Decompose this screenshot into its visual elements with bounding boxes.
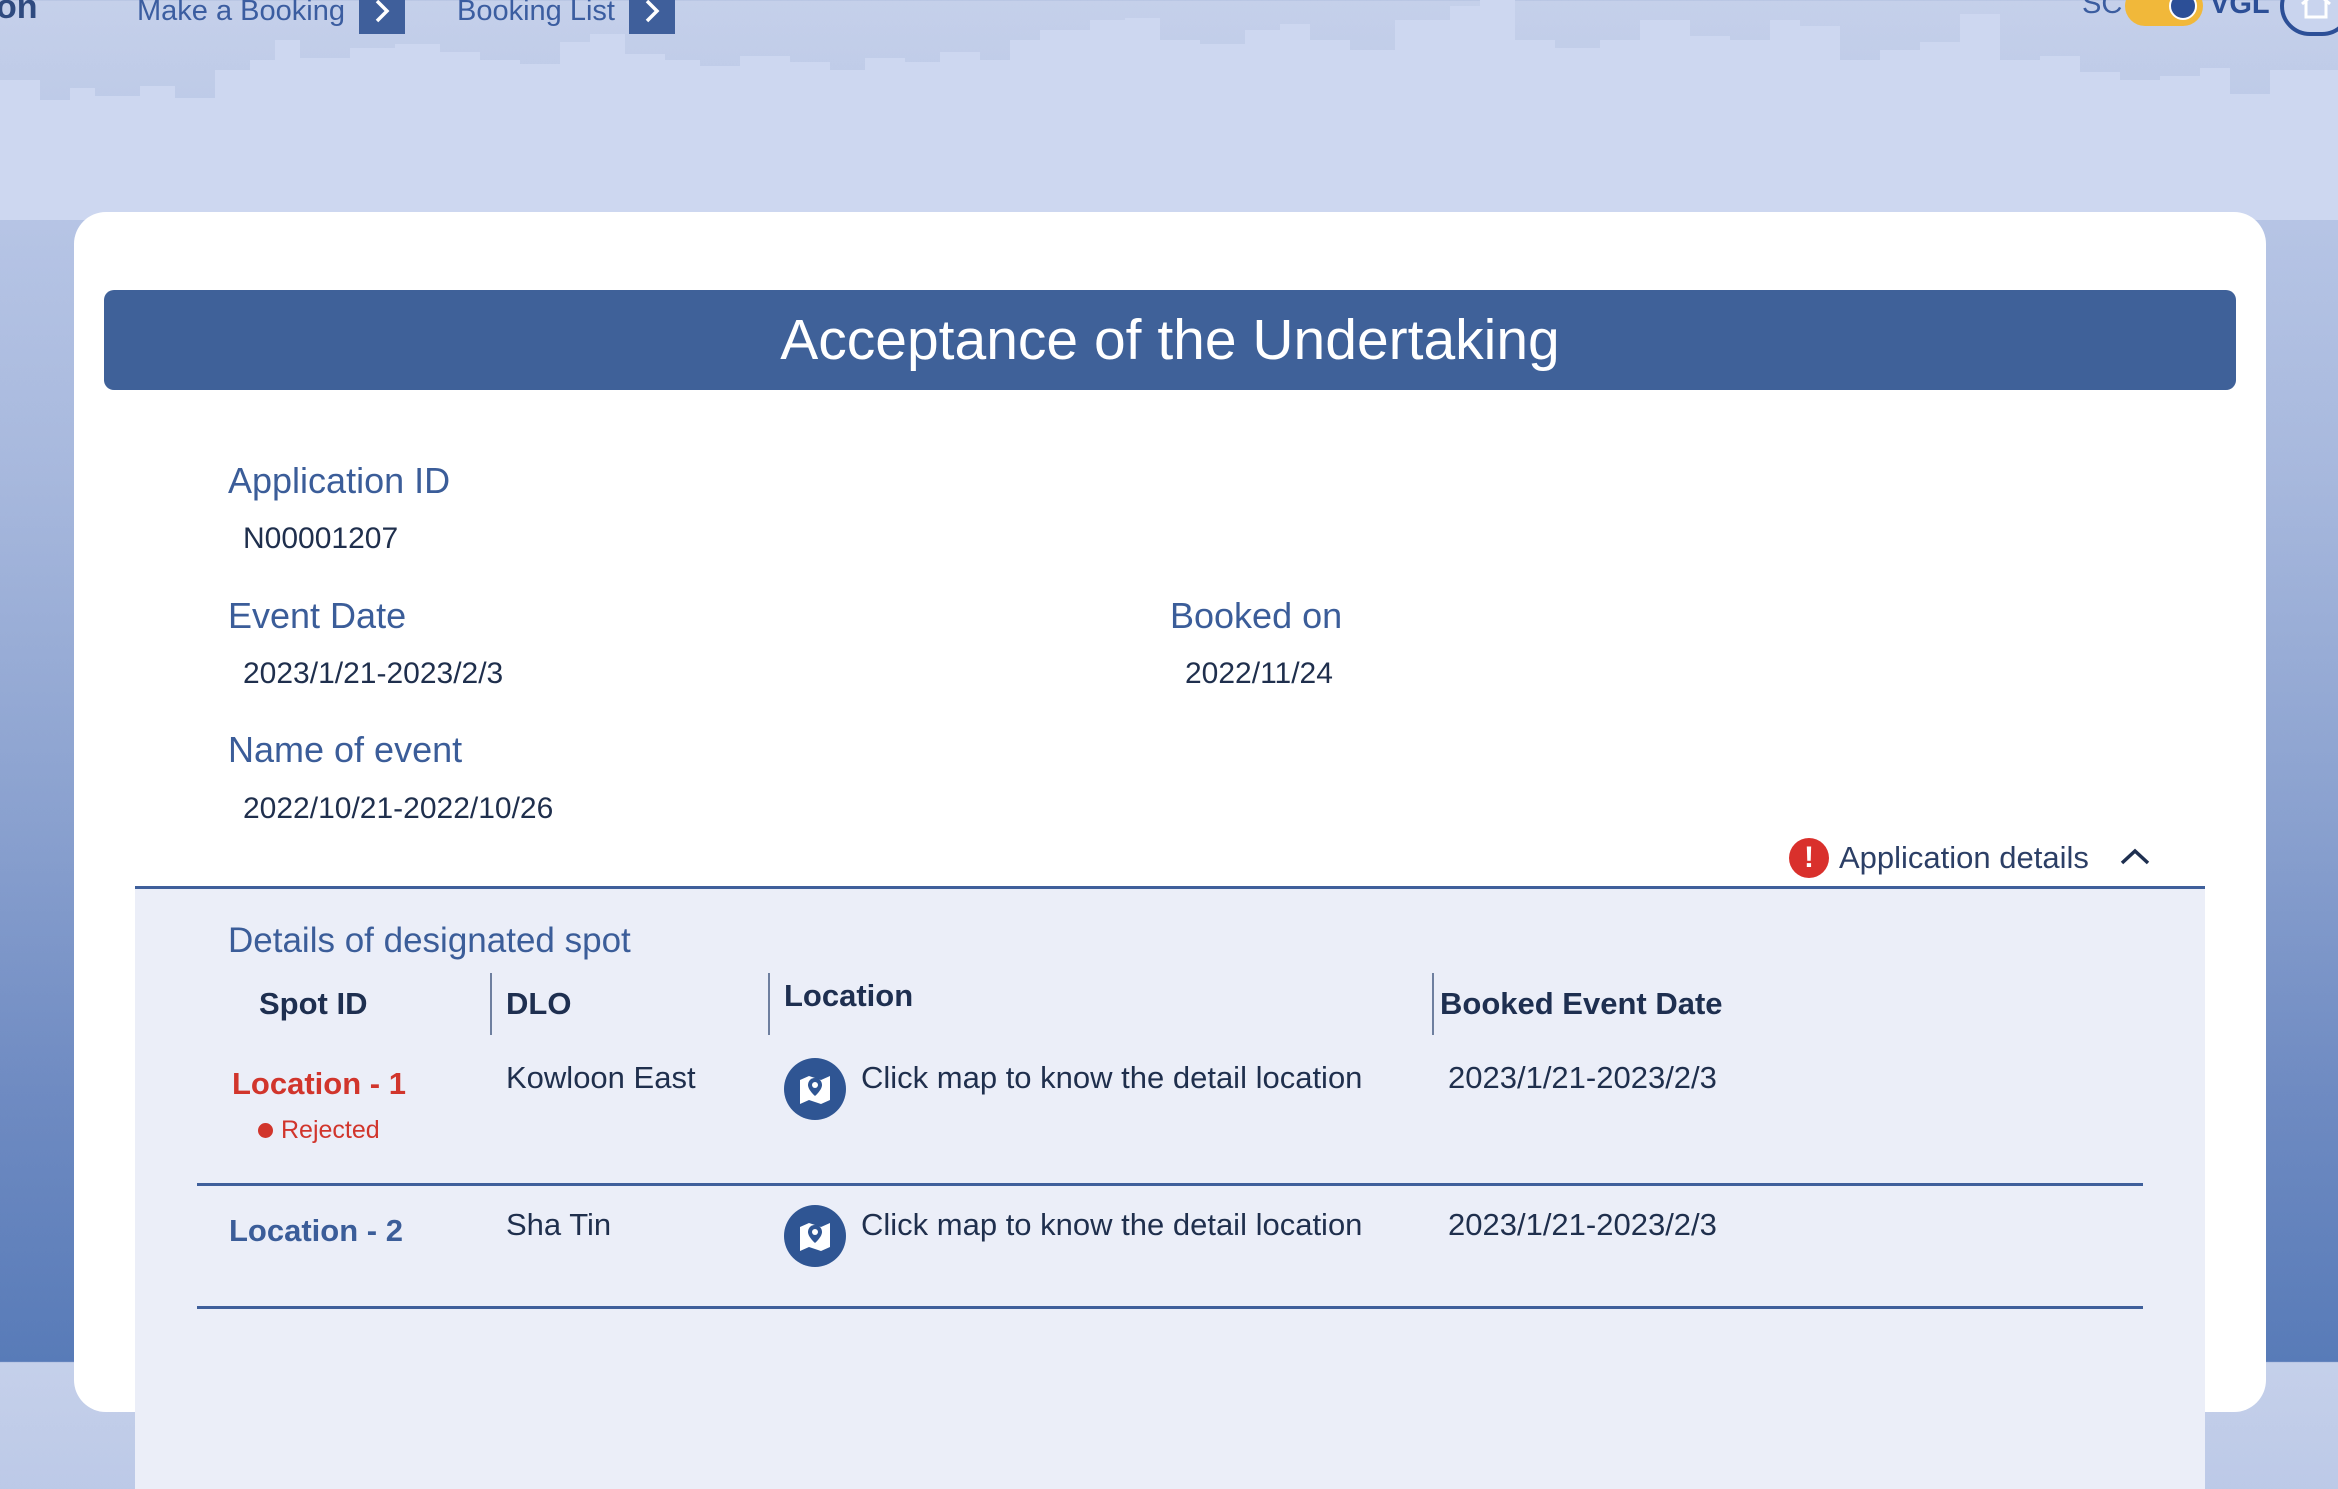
nav-make-booking-label: Make a Booking bbox=[137, 0, 345, 27]
column-divider bbox=[768, 973, 770, 1035]
booked-on-label: Booked on bbox=[1170, 595, 1343, 636]
chevron-right-icon bbox=[629, 0, 675, 34]
nav-make-booking[interactable]: Make a Booking bbox=[137, 0, 405, 34]
chevron-up-icon bbox=[2119, 846, 2151, 871]
mode-toggle[interactable] bbox=[2125, 0, 2203, 26]
booked-date-cell: 2023/1/21-2023/2/3 bbox=[1448, 1207, 1717, 1242]
booked-date-cell: 2023/1/21-2023/2/3 bbox=[1448, 1060, 1717, 1095]
status-badge: Rejected bbox=[258, 1116, 380, 1145]
designated-spot-panel: Details of designated spot Spot ID DLO L… bbox=[135, 886, 2205, 1489]
map-link-text[interactable]: Click map to know the detail location bbox=[861, 1207, 1362, 1243]
application-id-value: N00001207 bbox=[243, 522, 399, 555]
spot-id-location-2[interactable]: Location - 2 bbox=[229, 1213, 403, 1249]
column-divider bbox=[1432, 973, 1434, 1035]
event-name-value: 2022/10/21-2022/10/26 bbox=[243, 792, 554, 825]
nav-booking-list-label: Booking List bbox=[457, 0, 615, 27]
page-title: Acceptance of the Undertaking bbox=[780, 308, 1560, 372]
column-header-spot-id: Spot ID bbox=[259, 986, 368, 1021]
home-icon bbox=[2299, 0, 2333, 24]
language-vgl[interactable]: VGL bbox=[2210, 0, 2270, 21]
column-header-location: Location bbox=[784, 978, 914, 1013]
row-divider bbox=[197, 1183, 2143, 1186]
map-pin-icon[interactable] bbox=[784, 1058, 846, 1120]
event-name-label: Name of event bbox=[228, 729, 463, 770]
application-details-label: Application details bbox=[1839, 840, 2089, 875]
exclamation-icon: ! bbox=[1789, 838, 1829, 878]
status-dot bbox=[258, 1123, 273, 1138]
main-card: Acceptance of the Undertaking Applicatio… bbox=[74, 212, 2266, 1489]
column-header-dlo: DLO bbox=[506, 986, 572, 1021]
dlo-cell: Kowloon East bbox=[506, 1060, 696, 1095]
designated-spot-title: Details of designated spot bbox=[228, 921, 631, 960]
event-date-value: 2023/1/21-2023/2/3 bbox=[243, 657, 504, 690]
application-details-toggle[interactable]: ! Application details bbox=[1789, 838, 2151, 878]
spot-id-location-1[interactable]: Location - 1 bbox=[232, 1066, 406, 1102]
map-pin-icon[interactable] bbox=[784, 1205, 846, 1267]
column-header-booked-date: Booked Event Date bbox=[1440, 986, 1723, 1021]
application-id-label: Application ID bbox=[228, 460, 451, 501]
page-title-bar: Acceptance of the Undertaking bbox=[104, 290, 2236, 390]
chevron-right-icon bbox=[358, 0, 405, 34]
nav-booking-list[interactable]: Booking List bbox=[457, 0, 675, 34]
language-sc[interactable]: SC bbox=[2082, 0, 2122, 21]
map-link-text[interactable]: Click map to know the detail location bbox=[861, 1060, 1362, 1096]
booked-on-value: 2022/11/24 bbox=[1185, 657, 1333, 690]
toggle-knob bbox=[2169, 0, 2197, 20]
event-date-label: Event Date bbox=[228, 595, 407, 636]
row-divider bbox=[197, 1306, 2143, 1309]
column-divider bbox=[490, 973, 492, 1035]
status-text: Rejected bbox=[281, 1116, 380, 1144]
app-brand-fragment[interactable]: on bbox=[0, 0, 38, 27]
dlo-cell: Sha Tin bbox=[506, 1207, 612, 1242]
